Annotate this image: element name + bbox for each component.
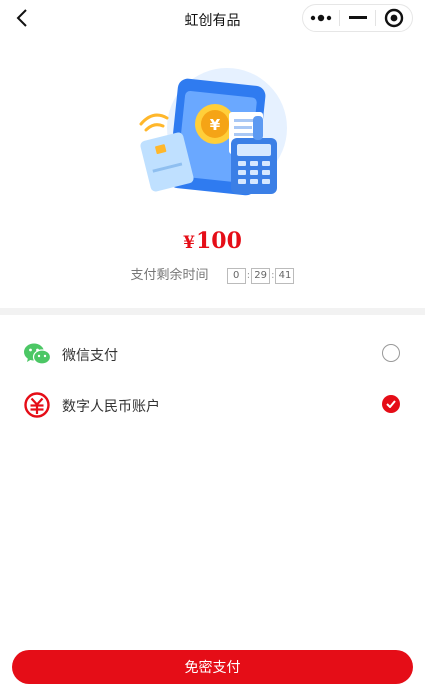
payment-method-label: 数字人民币账户 [62,399,160,415]
check-icon [386,400,396,408]
minimize-button[interactable] [340,5,376,31]
countdown-row: 支付剩余时间 0:29:41 [0,264,425,284]
password-free-pay-button[interactable]: 免密支付 [12,650,413,684]
radio-unselected[interactable] [382,344,400,362]
payment-amount: ¥100 [0,228,425,254]
radio-selected[interactable] [382,395,400,413]
countdown-hours: 0 [226,267,246,284]
countdown-label: 支付剩余时间 [130,268,209,283]
mini-program-capsule [302,4,413,32]
digital-rmb-icon [24,392,50,418]
currency-symbol: ¥ [183,233,195,253]
countdown-separator: : [271,270,275,281]
minus-icon [348,16,367,19]
wifi-icon [139,113,169,132]
countdown-separator: : [246,270,251,281]
payment-method-digital-rmb[interactable]: 数字人民币账户 [0,383,425,425]
section-divider [0,308,425,315]
payment-method-wechat[interactable]: 微信支付 [0,332,425,374]
amount-value: 100 [195,228,242,254]
close-mini-program-button[interactable] [376,5,412,31]
payment-illustration: ¥ [139,68,287,196]
target-close-icon [384,8,404,28]
more-dots-icon [310,14,332,22]
svg-text:¥: ¥ [210,116,221,134]
nav-bar: 虹创有品 [0,0,425,38]
countdown-minutes: 29 [251,267,271,284]
more-button[interactable] [303,5,339,31]
wechat-pay-icon [24,343,51,365]
payment-method-label: 微信支付 [62,348,118,364]
countdown-seconds: 41 [275,267,295,284]
